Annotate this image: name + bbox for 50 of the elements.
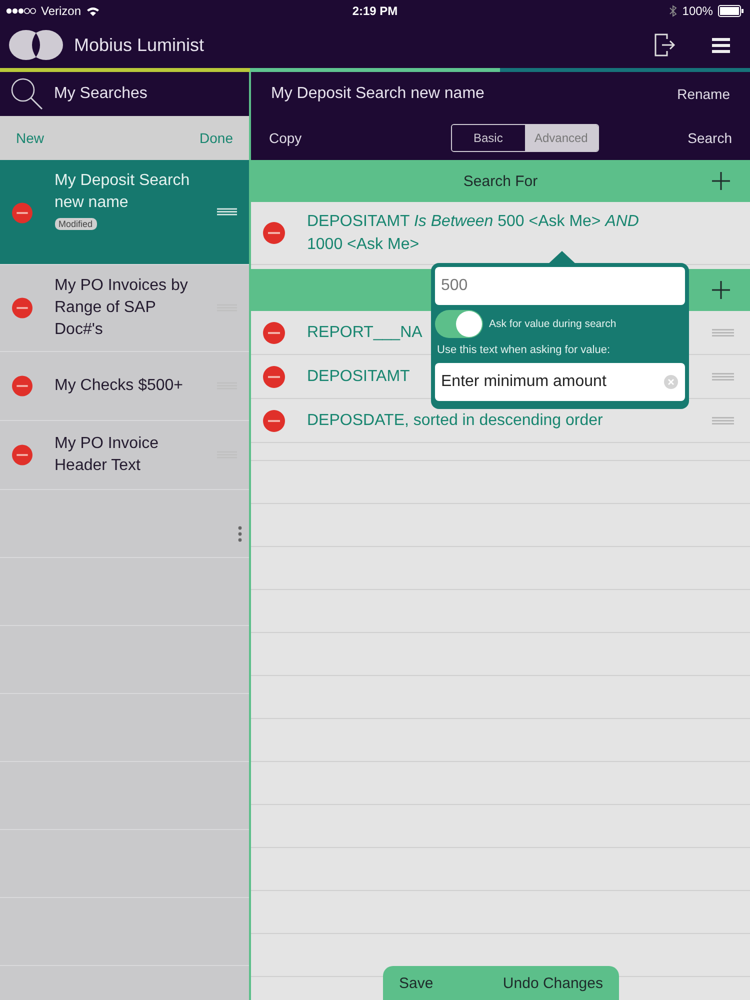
search-button[interactable]: Search (686, 128, 734, 148)
clock-time: 2:19 PM (352, 4, 398, 18)
drag-handle-icon[interactable] (712, 416, 734, 424)
search-name: My PO Invoices by Range of SAP Doc#'s (54, 276, 189, 340)
section-title: Search For (463, 172, 538, 190)
delete-icon[interactable] (12, 297, 32, 319)
bluetooth-icon (669, 5, 678, 17)
delete-icon[interactable] (263, 322, 285, 344)
menu-icon[interactable] (712, 38, 730, 52)
sidebar-title: My Searches (54, 85, 148, 103)
save-button[interactable]: Save (397, 972, 436, 994)
delete-icon[interactable] (263, 222, 285, 244)
signal-icon (6, 7, 36, 15)
delete-icon[interactable] (263, 366, 285, 388)
search-list-item[interactable]: My Deposit Search new name Modified (0, 160, 249, 265)
criteria-text: REPORT___NA (307, 323, 422, 343)
add-icon[interactable] (712, 172, 730, 190)
search-name: My Deposit Search new name (54, 171, 191, 213)
drag-handle-icon[interactable] (712, 372, 734, 380)
copy-button[interactable]: Copy (267, 128, 304, 148)
logout-icon[interactable] (654, 33, 676, 57)
battery-percent: 100% (682, 4, 713, 18)
criteria-text: DEPOSITAMT Is Between 500 <Ask Me> AND 1000 <Ask Me> (307, 212, 640, 255)
criteria-text: DEPOSDATE, sorted in descending order (307, 411, 603, 431)
search-icon (10, 77, 44, 111)
value-field[interactable]: 500 (435, 267, 685, 305)
toggle-switch[interactable] (435, 310, 483, 338)
more-dots-icon[interactable] (238, 526, 242, 542)
search-name: My PO Invoice Header Text (54, 434, 160, 476)
drag-handle-icon[interactable] (712, 328, 734, 336)
delete-icon[interactable] (12, 444, 32, 466)
battery-icon (718, 5, 744, 17)
delete-icon[interactable] (12, 202, 32, 224)
drag-handle-icon[interactable] (216, 208, 237, 216)
prompt-field[interactable]: Enter minimum amount (435, 363, 685, 401)
delete-icon[interactable] (263, 410, 285, 432)
toggle-label: Ask for value during search (489, 318, 616, 330)
delete-icon[interactable] (12, 375, 32, 397)
rename-button[interactable]: Rename (675, 84, 732, 104)
search-name: My Checks $500+ (54, 376, 184, 396)
criteria-text: DEPOSITAMT (307, 367, 410, 387)
wifi-icon (86, 6, 100, 16)
search-title: My Deposit Search new name (271, 85, 484, 103)
logo-icon (8, 29, 64, 61)
carrier-name: Verizon (41, 4, 82, 18)
prompt-label: Use this text when asking for value: (437, 344, 612, 356)
add-icon[interactable] (712, 281, 730, 299)
app-title: Mobius Luminist (74, 34, 204, 56)
undo-button[interactable]: Undo Changes (500, 972, 605, 994)
modified-badge: Modified (54, 218, 97, 230)
